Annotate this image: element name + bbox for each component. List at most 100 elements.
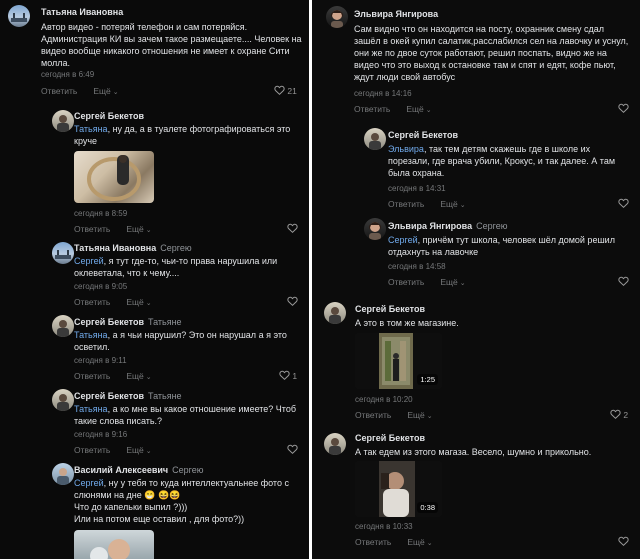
reply-to-label[interactable]: Сергею — [160, 243, 191, 253]
comment-author[interactable]: Сергей Бекетов Татьяне — [74, 317, 182, 327]
comment-author[interactable]: Сергей Бекетов Татьяне — [74, 391, 182, 401]
mention-link[interactable]: Сергей — [74, 478, 104, 488]
like-button[interactable] — [287, 223, 298, 234]
attached-photo[interactable] — [74, 530, 154, 559]
reply-to-label[interactable]: Татьяне — [148, 317, 182, 327]
reply-button[interactable]: Ответить — [74, 371, 110, 381]
comment-author[interactable]: Василий Алексеевич Сергею — [74, 465, 203, 475]
comment-timestamp: сегодня в 9:05 — [74, 282, 128, 291]
heart-icon — [279, 370, 290, 380]
video-duration: 0:38 — [417, 502, 438, 513]
comment-timestamp: сегодня в 6:49 — [41, 70, 95, 79]
attached-photo[interactable] — [74, 151, 154, 203]
more-button[interactable]: Ещё ⌄ — [93, 86, 118, 96]
reply-to-label[interactable]: Сергею — [476, 221, 507, 231]
attached-video[interactable]: 1:25 — [355, 333, 442, 389]
comment-text: Автор видео - потеряй телефон и сам поте… — [41, 22, 305, 68]
like-button[interactable] — [618, 536, 629, 547]
more-button[interactable]: Ещё ⌄ — [126, 445, 151, 455]
chevron-down-icon: ⌄ — [459, 202, 466, 209]
comment-text: Эльвира, так тем детям скажешь где в шко… — [388, 144, 618, 178]
comment-author[interactable]: Сергей Бекетов — [355, 304, 425, 314]
avatar[interactable] — [324, 433, 346, 455]
comment-author[interactable]: Татьяна Ивановна Сергею — [74, 243, 192, 253]
comment-actions: Ответить Ещё ⌄ — [74, 371, 152, 381]
comment-author[interactable]: Сергей Бекетов — [355, 433, 425, 443]
more-button[interactable]: Ещё ⌄ — [126, 371, 151, 381]
comment-author[interactable]: Сергей Бекетов — [388, 130, 458, 140]
avatar[interactable] — [364, 128, 386, 150]
reply-to-label[interactable]: Татьяне — [148, 391, 182, 401]
comment-text: Сергей, я тут где-то, чьи-то права наруш… — [74, 256, 280, 278]
avatar[interactable] — [364, 218, 386, 240]
like-button[interactable]: 1 — [279, 370, 297, 381]
comment-author[interactable]: Сергей Бекетов — [74, 111, 144, 121]
heart-icon — [610, 409, 621, 419]
chevron-down-icon: ⌄ — [145, 448, 152, 455]
mention-link[interactable]: Татьяна — [74, 330, 108, 340]
reply-button[interactable]: Ответить — [354, 104, 390, 114]
like-button[interactable]: 21 — [274, 85, 297, 96]
more-button[interactable]: Ещё ⌄ — [406, 104, 431, 114]
like-button[interactable] — [618, 276, 629, 287]
comment-timestamp: сегодня в 14:58 — [388, 262, 446, 271]
reply-button[interactable]: Ответить — [74, 297, 110, 307]
comment-author[interactable]: Эльвира Янгирова Сергею — [388, 221, 507, 231]
comment-actions: Ответить Ещё ⌄ — [388, 199, 466, 209]
more-button[interactable]: Ещё ⌄ — [440, 199, 465, 209]
avatar[interactable] — [52, 110, 74, 132]
reply-button[interactable]: Ответить — [355, 410, 391, 420]
avatar[interactable] — [52, 389, 74, 411]
reply-button[interactable]: Ответить — [74, 445, 110, 455]
avatar[interactable] — [52, 463, 74, 485]
more-button[interactable]: Ещё ⌄ — [126, 224, 151, 234]
like-button[interactable] — [618, 103, 629, 114]
like-button[interactable] — [287, 296, 298, 307]
heart-icon — [287, 223, 298, 233]
comment-timestamp: сегодня в 9:11 — [74, 356, 127, 365]
mention-link[interactable]: Татьяна — [74, 124, 108, 134]
comment-actions: Ответить Ещё ⌄ — [388, 277, 466, 287]
more-button[interactable]: Ещё ⌄ — [440, 277, 465, 287]
avatar[interactable] — [326, 6, 348, 28]
like-button[interactable] — [287, 444, 298, 455]
reply-to-label[interactable]: Сергею — [172, 465, 203, 475]
reply-button[interactable]: Ответить — [355, 537, 391, 547]
comment-timestamp: сегодня в 10:20 — [355, 395, 413, 404]
comment-author[interactable]: Татьяна Ивановна — [41, 7, 123, 17]
reply-button[interactable]: Ответить — [388, 199, 424, 209]
comment-text: Сергей, ну у тебя то куда интеллектуальн… — [74, 478, 289, 524]
comment-text: А так едем из этого магаза. Весело, шумн… — [355, 447, 592, 457]
comment-author[interactable]: Эльвира Янгирова — [354, 9, 438, 19]
comment-panel-right: Эльвира Янгирова Сам видно что он находи… — [312, 0, 640, 559]
mention-link[interactable]: Сергей — [74, 256, 104, 266]
more-button[interactable]: Ещё ⌄ — [407, 410, 432, 420]
like-button[interactable] — [618, 198, 629, 209]
heart-icon — [287, 296, 298, 306]
mention-link[interactable]: Татьяна — [74, 404, 108, 414]
chevron-down-icon: ⌄ — [426, 540, 433, 547]
chevron-down-icon: ⌄ — [112, 89, 119, 96]
mention-link[interactable]: Эльвира — [388, 144, 424, 154]
avatar[interactable] — [324, 302, 346, 324]
comment-actions: Ответить Ещё ⌄ — [355, 537, 433, 547]
avatar[interactable] — [52, 315, 74, 337]
mention-link[interactable]: Сергей — [388, 235, 418, 245]
like-button[interactable]: 2 — [610, 409, 628, 420]
more-button[interactable]: Ещё ⌄ — [126, 297, 151, 307]
comment-actions: Ответить Ещё ⌄ — [74, 297, 152, 307]
comment-actions: Ответить Ещё ⌄ — [354, 104, 432, 114]
reply-button[interactable]: Ответить — [74, 224, 110, 234]
reply-button[interactable]: Ответить — [388, 277, 424, 287]
attached-video[interactable]: 0:38 — [355, 461, 442, 517]
avatar[interactable] — [52, 242, 74, 264]
comment-actions: Ответить Ещё ⌄ — [355, 410, 433, 420]
comment-actions: Ответить Ещё ⌄ — [74, 224, 152, 234]
avatar[interactable] — [8, 5, 30, 27]
reply-button[interactable]: Ответить — [41, 86, 77, 96]
comment-text: Татьяна, а ко мне вы какое отношение име… — [74, 404, 299, 426]
comment-panel-left: Татьяна Ивановна Автор видео - потеряй т… — [0, 0, 309, 559]
more-button[interactable]: Ещё ⌄ — [407, 537, 432, 547]
comment-actions: Ответить Ещё ⌄ — [74, 445, 152, 455]
comment-text: Татьяна, ну да, а в туалете фотографиров… — [74, 124, 293, 146]
